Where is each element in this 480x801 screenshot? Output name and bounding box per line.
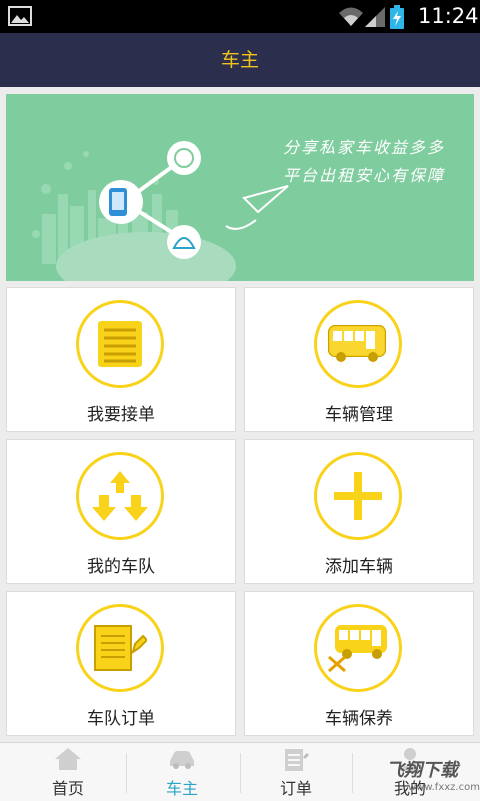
tab-label: 首页 <box>51 779 84 798</box>
banner-slogan-1: 分享私家车收益多多 <box>283 138 446 157</box>
bus-icon <box>314 300 402 388</box>
tab-orders[interactable]: 订单 <box>236 743 356 801</box>
banner-slogan-2: 平台出租安心有保障 <box>283 166 446 185</box>
tile-label: 车辆管理 <box>325 405 393 425</box>
list-icon <box>76 300 164 388</box>
tab-home[interactable]: 首页 <box>8 743 128 801</box>
tile-add-vehicle[interactable]: 添加车辆 <box>244 439 474 584</box>
home-icon <box>55 748 81 770</box>
watermark: 飞翔下载 www.fxxz.com <box>378 756 480 796</box>
tile-vehicle-management[interactable]: 车辆管理 <box>244 287 474 432</box>
city-illustration <box>32 141 289 281</box>
tile-vehicle-maintenance[interactable]: 车辆保养 <box>244 591 474 736</box>
wifi-icon <box>339 7 363 26</box>
plus-icon <box>314 452 402 540</box>
tab-label: 车主 <box>165 779 198 798</box>
tile-fleet-orders[interactable]: 车队订单 <box>6 591 236 736</box>
status-time: 11:24 <box>418 4 479 28</box>
bus-maintenance-icon <box>314 604 402 692</box>
battery-charging-icon <box>390 5 404 29</box>
car-icon <box>170 751 194 769</box>
tile-label: 车队订单 <box>87 709 155 729</box>
tile-label: 我的车队 <box>87 557 155 577</box>
tile-label: 车辆保养 <box>325 709 393 729</box>
watermark-url: www.fxxz.com <box>408 782 480 793</box>
tab-label: 订单 <box>279 779 312 798</box>
tile-label: 我要接单 <box>87 405 155 425</box>
order-document-icon <box>76 604 164 692</box>
signal-icon <box>365 7 385 27</box>
tile-my-fleet[interactable]: 我的车队 <box>6 439 236 584</box>
watermark-title: 飞翔下载 <box>386 760 458 781</box>
image-notification-icon <box>8 6 32 26</box>
promo-banner[interactable]: 分享私家车收益多多 平台出租安心有保障 <box>6 94 474 281</box>
page-title: 车主 <box>0 33 480 87</box>
order-icon <box>285 749 309 771</box>
fleet-arrows-icon <box>76 452 164 540</box>
tab-owner[interactable]: 车主 <box>122 743 242 801</box>
status-bar: 11:24 <box>0 0 480 33</box>
tile-label: 添加车辆 <box>325 557 393 577</box>
tile-accept-orders[interactable]: 我要接单 <box>6 287 236 432</box>
